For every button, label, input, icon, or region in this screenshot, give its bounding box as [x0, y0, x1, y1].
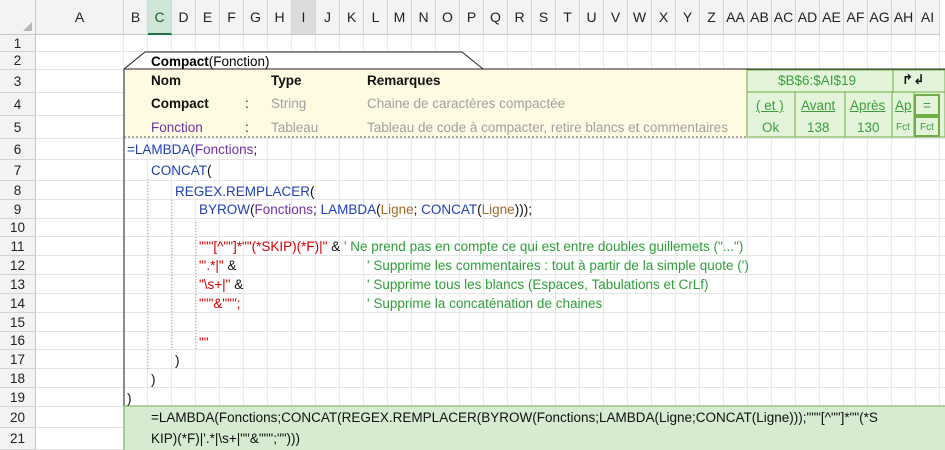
param-sep: : — [245, 120, 249, 135]
block-outline — [123, 51, 945, 450]
param-sep: : — [245, 96, 249, 111]
param-type: Tableau — [271, 120, 319, 135]
code-line-9[interactable]: BYROW(Fonctions; LAMBDA(Ligne; CONCAT(Li… — [199, 200, 532, 220]
ap-label: Ap — [895, 98, 912, 113]
fct-label: Fct — [896, 122, 910, 133]
code-line-8[interactable]: REGEX.REMPLACER( — [175, 182, 315, 202]
code-line-7[interactable]: CONCAT( — [151, 161, 212, 181]
count-apres: 130 — [857, 120, 880, 135]
code-line-6[interactable]: =LAMBDA(Fonctions; — [127, 140, 257, 160]
col-type-header: Type — [271, 73, 302, 88]
comment-line-12: ' Supprime les commentaires : tout à par… — [367, 258, 749, 273]
spreadsheet: A B C D E F G H I J K L M N O P Q R S T U V W X Y Z AA AB AC AD AE AF AG… — [0, 0, 945, 450]
result-line-2[interactable]: KIP)(*F)|'.*|\s+|""&""";""))) — [151, 429, 300, 449]
col-remarques-header: Remarques — [367, 73, 441, 88]
result-line-1[interactable]: =LAMBDA(Fonctions;CONCAT(REGEX.REMPLACER… — [151, 408, 878, 428]
code-line-18[interactable]: ) — [151, 370, 156, 390]
param-type: String — [271, 96, 307, 111]
code-line-14[interactable]: """&"""; — [199, 294, 241, 314]
param-name: Compact — [151, 96, 209, 111]
equal-toggle[interactable]: = — [923, 96, 931, 116]
param-remark: Chaine de caractères compactée — [367, 96, 566, 111]
tab-title-rest: (Fonction) — [208, 54, 270, 69]
param-remark: Tableau de code à compacter, retire blan… — [367, 120, 728, 135]
fct-toggle[interactable]: Fct — [920, 120, 934, 136]
count-avant: 138 — [807, 120, 830, 135]
status-ok: Ok — [762, 120, 780, 135]
et-label: ( et ) — [756, 98, 784, 113]
comment-line-14: ' Supprime la concaténation de chaines — [367, 296, 603, 311]
tab-title: Compact(Fonction) — [151, 52, 270, 72]
code-line-13[interactable]: "\s+|" & — [199, 275, 247, 295]
code-line-11[interactable]: """[^""]*""(*SKIP)(*F)|" & ' Ne prend pa… — [199, 237, 743, 257]
code-line-17[interactable]: ) — [175, 351, 180, 371]
wrap-arrows-icon[interactable]: ↱↲ — [902, 70, 925, 90]
tab-title-bold: Compact — [151, 54, 209, 69]
col-nom-header: Nom — [151, 73, 181, 88]
code-line-19[interactable]: ) — [127, 389, 132, 409]
code-line-16[interactable]: "" — [199, 333, 209, 353]
comment-line-13: ' Supprime tous les blancs (Espaces, Tab… — [367, 277, 709, 292]
range-address[interactable]: $B$6:$AI$19 — [778, 71, 856, 91]
param-name: Fonction — [151, 120, 203, 135]
apres-label: Après — [850, 98, 886, 113]
avant-label: Avant — [801, 98, 836, 113]
code-line-12[interactable]: "'.*|" & — [199, 256, 240, 276]
